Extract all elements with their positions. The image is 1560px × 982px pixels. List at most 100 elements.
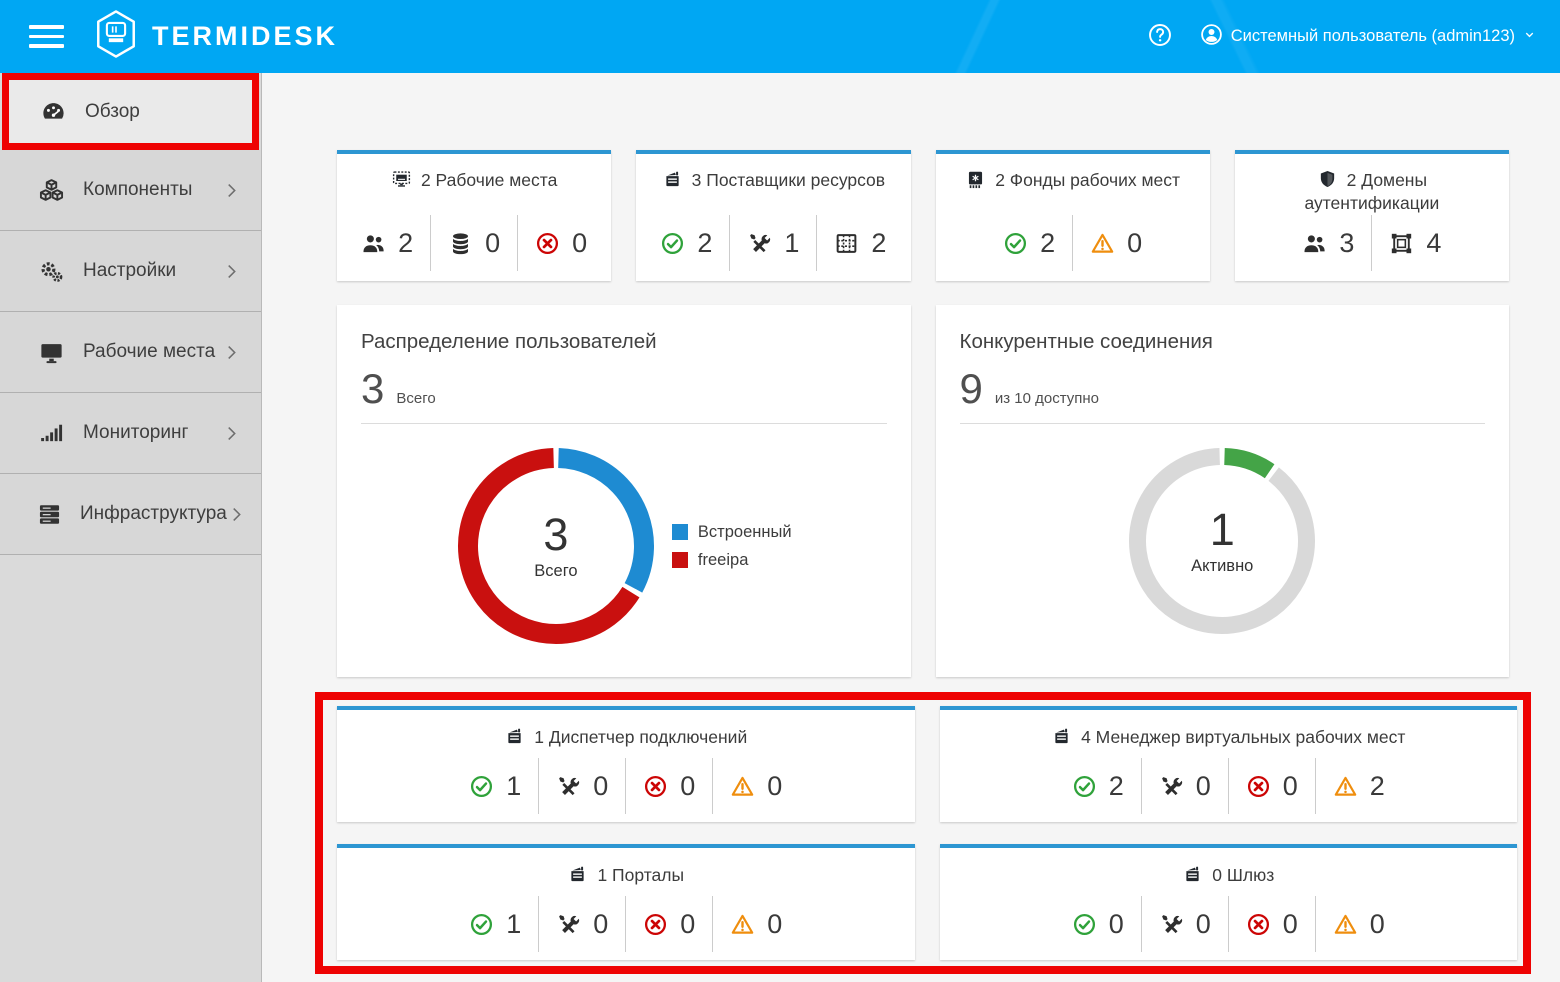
donut-chart: 1Активно	[1127, 446, 1317, 636]
stat-circle-check: 2	[1055, 758, 1142, 814]
donut-chart: 3Всего	[456, 446, 656, 646]
stat-tools: 0	[1142, 896, 1229, 952]
card-title-text: 3 Поставщики ресурсов	[692, 170, 885, 190]
stat-circle-x: 0	[626, 896, 713, 952]
stat-value: 2	[1040, 228, 1055, 259]
sidebar-item-label: Рабочие места	[83, 341, 215, 363]
annotation-highlight-sidebar: Обзор	[2, 73, 259, 150]
user-menu[interactable]: Системный пользователь (admin123)	[1200, 23, 1536, 51]
legend-item: freeipa	[672, 551, 792, 570]
circle-check-icon	[1072, 912, 1097, 937]
warning-icon	[1333, 774, 1358, 799]
menu-toggle-button[interactable]	[27, 19, 66, 54]
server-icon	[36, 501, 63, 528]
stat-value: 0	[1127, 228, 1142, 259]
circle-x-icon	[1246, 774, 1271, 799]
circle-check-icon	[660, 231, 685, 256]
sidebar-item-4[interactable]: Мониторинг	[0, 393, 261, 474]
summary-card-2[interactable]: 2 Фонды рабочих мест20	[936, 150, 1210, 281]
sidebar-item-0[interactable]: Обзор	[9, 80, 252, 143]
sidebar-item-label: Мониторинг	[83, 422, 188, 444]
chart-card-0: Распределение пользователей3Всего3ВсегоВ…	[337, 305, 911, 677]
card-title: 4 Менеджер виртуальных рабочих мест	[940, 710, 1518, 749]
provider-icon	[1182, 864, 1203, 885]
card-title-text: 2 Рабочие места	[421, 170, 557, 190]
card-title-text: 1 Диспетчер подключений	[534, 727, 747, 747]
summary-card-0[interactable]: 2 Рабочие места 200	[337, 150, 611, 281]
chevron-right-icon	[222, 181, 241, 200]
stat-value: 1	[506, 771, 521, 802]
stat-warning: 0	[1073, 215, 1159, 271]
sidebar-item-5[interactable]: Инфраструктура	[0, 474, 261, 555]
top-bar: TERMIDESK	[0, 0, 1560, 73]
header-actions: Системный пользователь (admin123)	[1147, 22, 1536, 51]
monitor-icon	[36, 339, 66, 366]
stat-value: 0	[1109, 909, 1124, 940]
card-stats: 200	[337, 215, 611, 271]
avatar-icon	[1200, 23, 1223, 51]
circle-x-icon	[643, 912, 668, 937]
help-button[interactable]	[1147, 22, 1173, 51]
stat-value: 0	[1196, 909, 1211, 940]
sidebar-item-3[interactable]: Рабочие места	[0, 312, 261, 393]
chart-legend: Встроенныйfreeipa	[672, 523, 792, 570]
stat-value: 1	[506, 909, 521, 940]
sidebar-item-label: Настройки	[83, 260, 176, 282]
stat-object-group: 4	[1372, 215, 1458, 271]
stat-value: 0	[680, 771, 695, 802]
component-card-0[interactable]: 1 Диспетчер подключений1000	[337, 706, 915, 822]
chip-icon	[965, 169, 986, 190]
chevron-right-icon	[222, 424, 241, 443]
warning-icon	[1333, 912, 1358, 937]
component-card-3[interactable]: 0 Шлюз0000	[940, 844, 1518, 960]
tools-icon	[1159, 912, 1184, 937]
card-stats: 34	[1235, 215, 1509, 271]
provider-icon	[504, 726, 525, 747]
stat-circle-x: 0	[1229, 758, 1316, 814]
provider-icon	[567, 864, 588, 885]
main-content: 2 Рабочие места2003 Поставщики ресурсов2…	[262, 73, 1560, 982]
chevron-right-icon	[222, 343, 241, 362]
circle-x-icon	[535, 231, 560, 256]
annotation-highlight-components: 1 Диспетчер подключений10004 Менеджер ви…	[315, 692, 1531, 974]
gauge-icon	[38, 98, 68, 125]
card-stats: 0000	[940, 896, 1518, 952]
stat-circle-x: 0	[1229, 896, 1316, 952]
stat-value: 2	[398, 228, 413, 259]
stat-value: 0	[767, 909, 782, 940]
stat-tools: 1	[730, 215, 817, 271]
circle-check-icon	[469, 774, 494, 799]
stat-value: 2	[871, 228, 886, 259]
stat-tools: 0	[1142, 758, 1229, 814]
sidebar-item-2[interactable]: Настройки	[0, 231, 261, 312]
stat-grid: 2	[817, 215, 903, 271]
divider	[361, 423, 887, 424]
provider-icon	[1051, 726, 1072, 747]
stat-value: 4	[1426, 228, 1441, 259]
card-title: 2 Рабочие места	[337, 154, 611, 192]
stat-value: 3	[1339, 228, 1354, 259]
circle-x-icon	[1246, 912, 1271, 937]
chart-card-1: Конкурентные соединения9из 10 доступно1А…	[936, 305, 1510, 677]
divider	[960, 423, 1486, 424]
summary-card-1[interactable]: 3 Поставщики ресурсов212	[636, 150, 910, 281]
provider-icon	[662, 169, 683, 190]
sidebar-item-1[interactable]: Компоненты	[0, 150, 261, 231]
termidesk-logo: TERMIDESK	[93, 9, 338, 64]
stat-value: 0	[1196, 771, 1211, 802]
hexagon-logo-icon	[93, 9, 139, 64]
help-circle-icon	[1147, 22, 1173, 51]
stat-circle-check: 1	[452, 896, 539, 952]
summary-card-3[interactable]: 2 Домены аутентификации34	[1235, 150, 1509, 281]
component-card-1[interactable]: 4 Менеджер виртуальных рабочих мест2002	[940, 706, 1518, 822]
chart-body: 3Всего Встроенныйfreeipa	[361, 446, 887, 646]
legend-swatch	[672, 552, 688, 568]
stat-tools: 0	[539, 758, 626, 814]
stat-circle-check: 0	[1055, 896, 1142, 952]
component-card-2[interactable]: 1 Порталы1000	[337, 844, 915, 960]
warning-icon	[730, 912, 755, 937]
stat-value: 0	[767, 771, 782, 802]
warning-icon	[1090, 231, 1115, 256]
user-name: Системный пользователь (admin123)	[1231, 27, 1515, 46]
stat-users: 2	[344, 215, 431, 271]
